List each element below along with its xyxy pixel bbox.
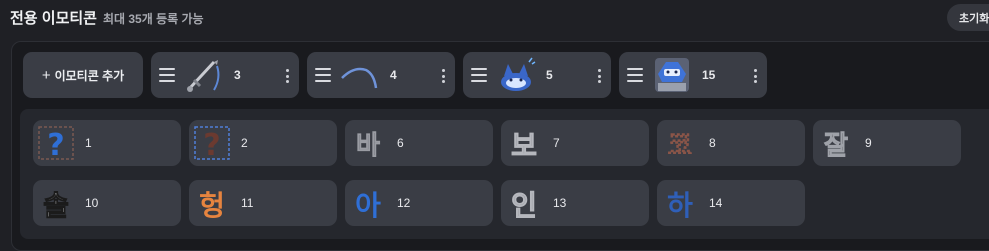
- more-options-icon[interactable]: [286, 69, 289, 83]
- svg-text:헝: 헝: [199, 189, 225, 222]
- svg-text:인: 인: [511, 189, 537, 222]
- emoticon-number: 10: [85, 196, 99, 210]
- hangul-heong-icon: 헝: [199, 189, 225, 222]
- wave-line-icon: [341, 67, 378, 89]
- emoticon-number: 14: [709, 196, 723, 210]
- group-count: 4: [390, 68, 397, 82]
- cat-character-icon: [501, 57, 536, 91]
- group-count: 15: [702, 68, 716, 82]
- svg-text:?: ?: [203, 128, 220, 162]
- question-mark-icon: ?: [38, 126, 74, 162]
- emoticon-item[interactable]: 코 8: [657, 120, 805, 166]
- hangul-sol-icon: 솔: [43, 189, 70, 223]
- svg-text:하: 하: [667, 189, 693, 222]
- emoticon-number: 7: [553, 136, 560, 150]
- header: 전용 이모티콘 최대 35개 등록 가능: [10, 7, 204, 31]
- emoticon-item[interactable]: ? 1: [33, 120, 181, 166]
- emoticon-item[interactable]: 헝 11: [189, 180, 337, 226]
- hangul-ba-icon: 바: [356, 131, 381, 162]
- add-emoticon-label: 이모티콘 추가: [54, 68, 125, 83]
- group-card[interactable]: 3: [151, 52, 299, 98]
- sword-icon: [187, 60, 220, 92]
- group-card[interactable]: 5: [463, 52, 611, 98]
- emoticon-number: 11: [241, 196, 254, 210]
- emoticon-item[interactable]: 보 7: [501, 120, 649, 166]
- group-count: 5: [546, 68, 553, 82]
- page-title: 전용 이모티콘: [10, 10, 97, 27]
- hangul-ha-icon: 하: [667, 189, 693, 222]
- add-emoticon-button[interactable]: + 이모티콘 추가: [23, 52, 143, 98]
- emoticon-number: 6: [397, 136, 404, 150]
- emoticon-item[interactable]: 아 12: [345, 180, 493, 226]
- emoticon-number: 8: [709, 136, 716, 150]
- hangul-bo-icon: 보: [511, 129, 538, 163]
- emoticon-number: 2: [241, 136, 248, 150]
- more-options-icon[interactable]: [442, 69, 445, 83]
- drag-handle-icon[interactable]: [627, 68, 643, 82]
- hangul-ko-icon: 코: [667, 130, 693, 162]
- hangul-a-icon: 아: [355, 189, 381, 222]
- emoticon-item[interactable]: 잘 9: [813, 120, 961, 166]
- emoticon-item[interactable]: 인 13: [501, 180, 649, 226]
- drag-handle-icon[interactable]: [471, 68, 487, 82]
- hangul-jal-icon: 잘: [824, 131, 849, 162]
- more-options-icon[interactable]: [598, 69, 601, 83]
- drag-handle-icon[interactable]: [159, 68, 175, 82]
- emoticon-item[interactable]: 하 14: [657, 180, 805, 226]
- plus-icon: +: [41, 66, 51, 84]
- robot-character-icon: [655, 58, 689, 92]
- hangul-in-icon: 인: [511, 189, 538, 223]
- page-subtitle: 최대 35개 등록 가능: [102, 12, 204, 26]
- question-mark-icon: ?: [194, 126, 230, 162]
- svg-text:보: 보: [511, 129, 537, 162]
- emoticon-number: 13: [553, 196, 567, 210]
- emoticon-item[interactable]: ? 2: [189, 120, 337, 166]
- group-card[interactable]: 4: [307, 52, 455, 98]
- svg-text:아: 아: [355, 189, 381, 222]
- group-count: 3: [234, 68, 241, 82]
- svg-text:코: 코: [668, 131, 692, 161]
- svg-text:바: 바: [356, 131, 380, 161]
- svg-text:잘: 잘: [824, 131, 848, 161]
- emoticon-number: 1: [85, 136, 92, 150]
- svg-text:솔: 솔: [43, 189, 69, 222]
- emoticon-item[interactable]: 바 6: [345, 120, 493, 166]
- emoticon-number: 12: [397, 196, 411, 210]
- group-card[interactable]: 15: [619, 52, 767, 98]
- drag-handle-icon[interactable]: [315, 68, 331, 82]
- emoticon-number: 9: [865, 136, 872, 150]
- more-options-icon[interactable]: [754, 69, 757, 83]
- svg-text:?: ?: [47, 128, 64, 162]
- reset-button[interactable]: 초기화: [947, 4, 989, 31]
- emoticon-item[interactable]: 솔 10: [33, 180, 181, 226]
